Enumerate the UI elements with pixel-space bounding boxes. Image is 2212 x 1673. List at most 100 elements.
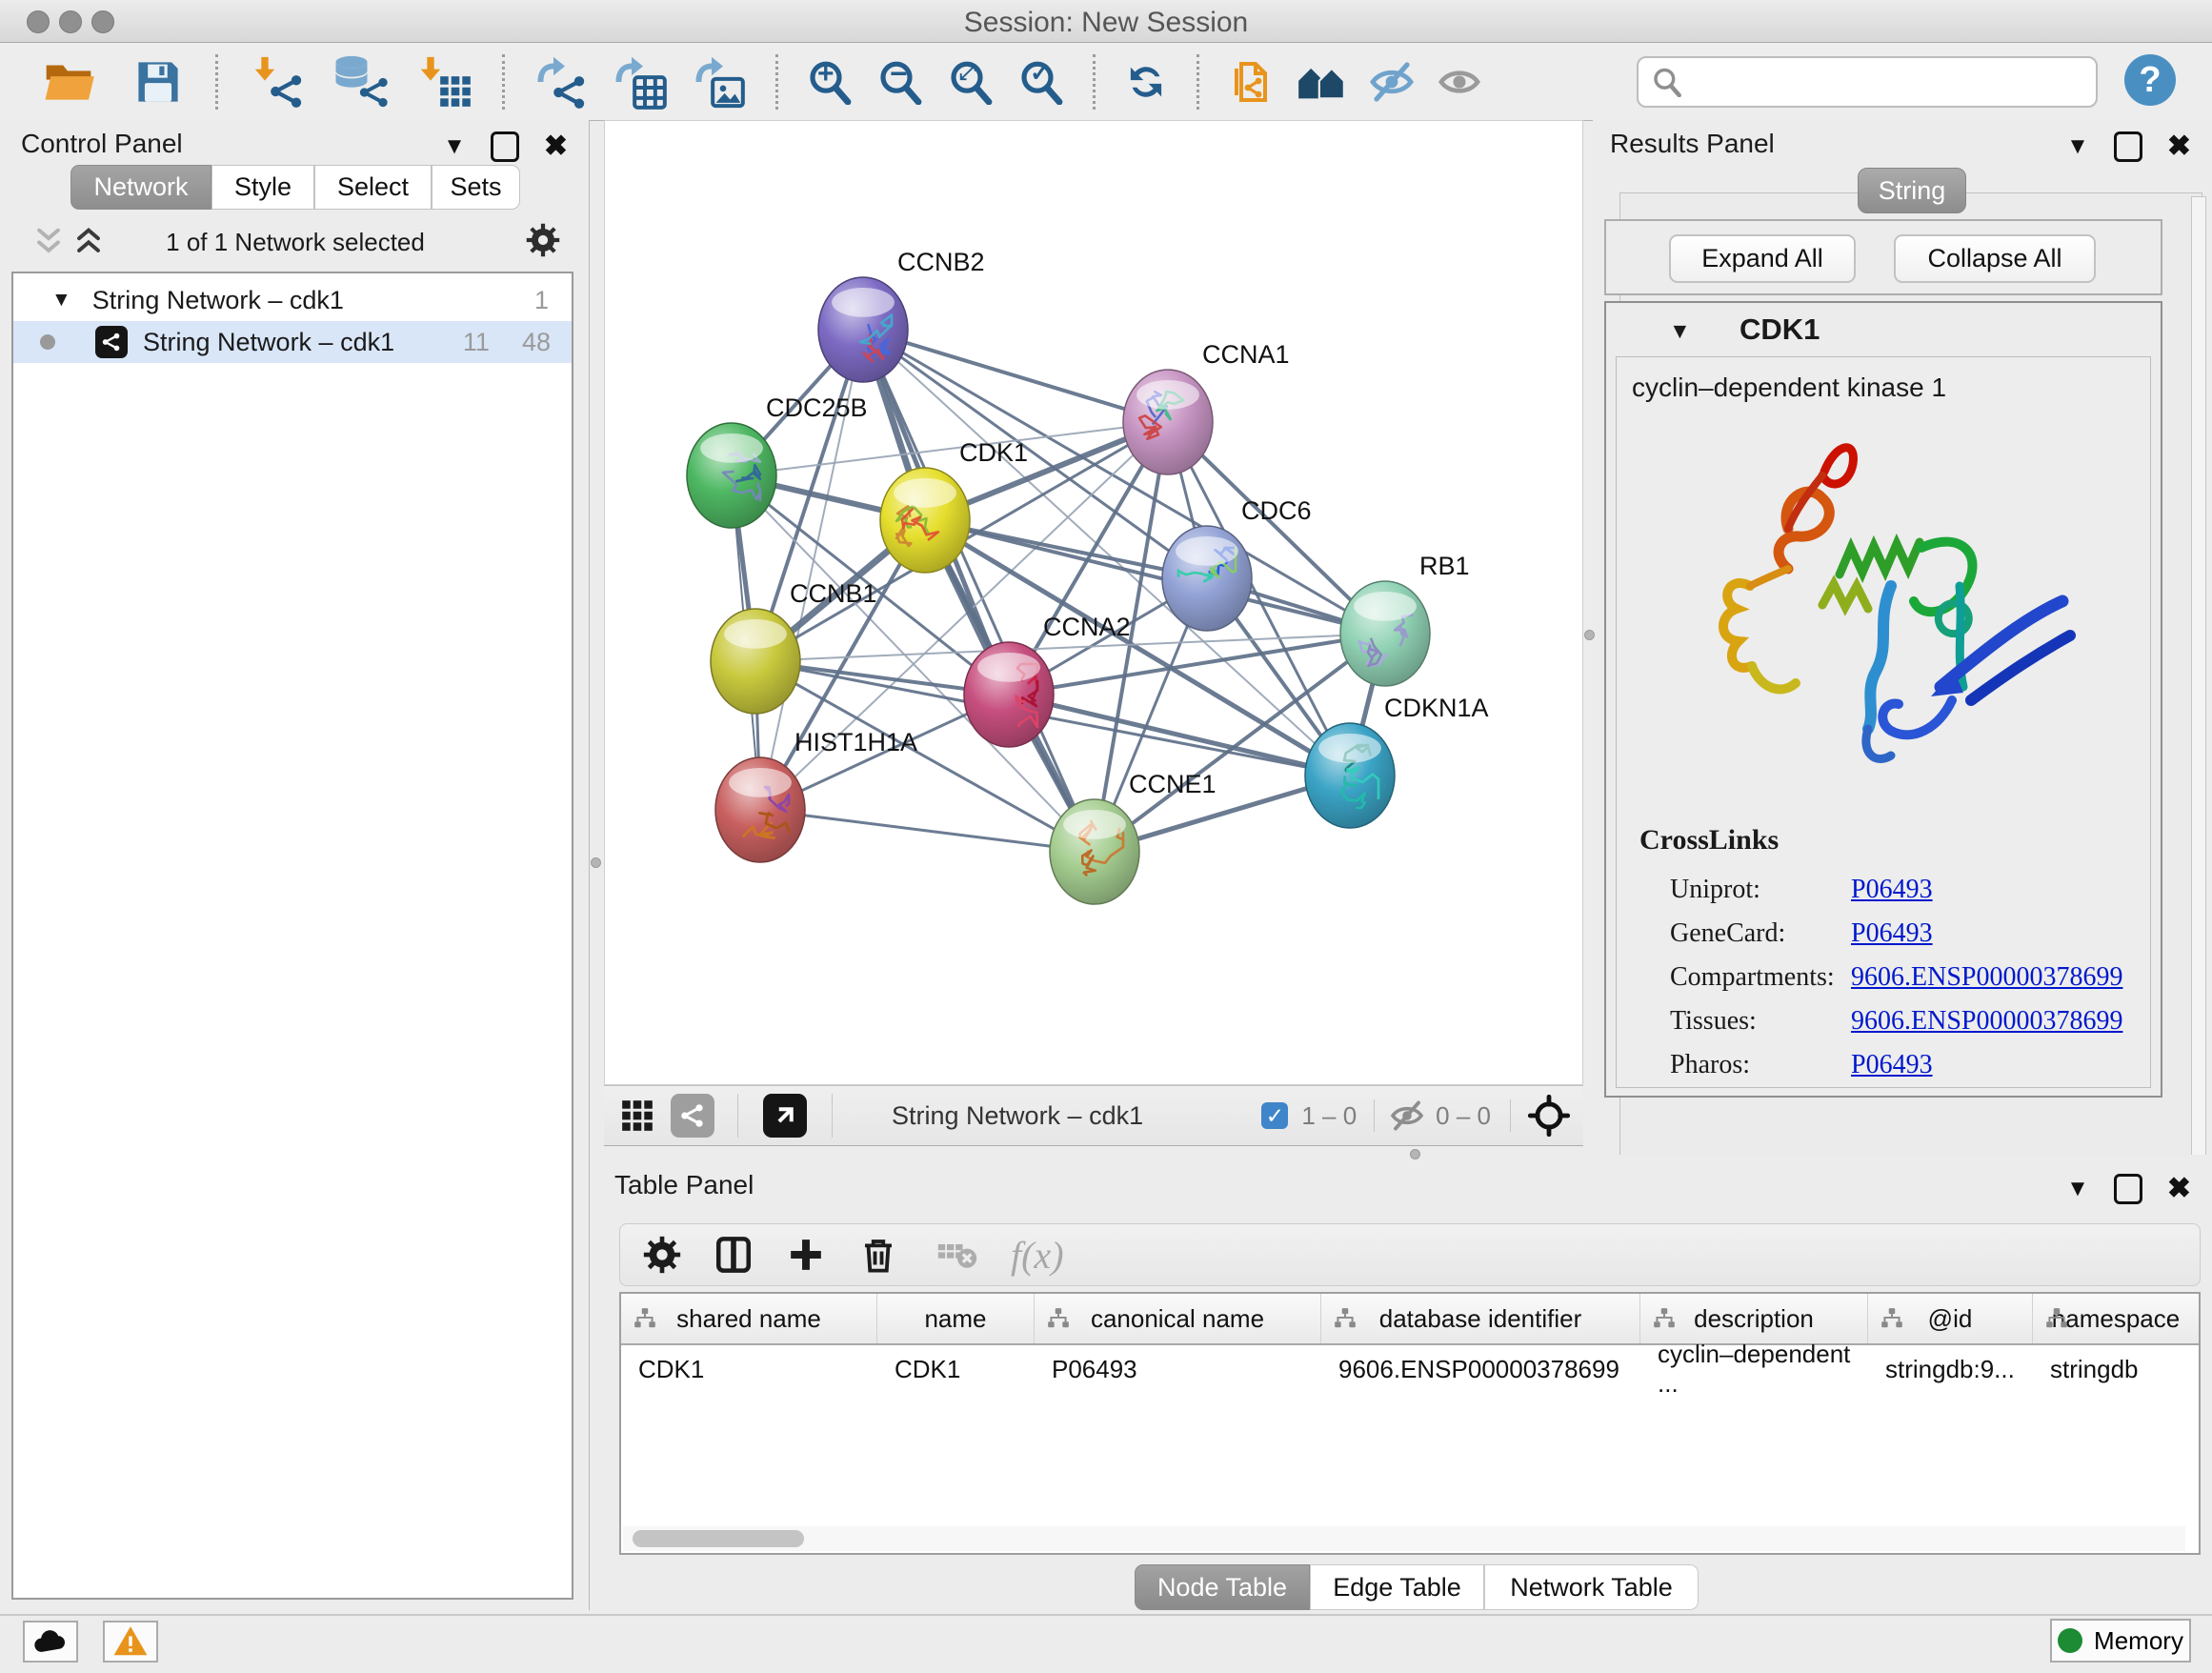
network-canvas[interactable]: CCNB2CCNA1CDC25BCDK1CDC6RB1CCNB1CCNA2CDK… (605, 121, 1582, 1078)
network-view[interactable]: CCNB2CCNA1CDC25BCDK1CDC6RB1CCNB1CCNA2CDK… (604, 120, 1583, 1085)
network-options-gear-icon[interactable] (526, 223, 560, 257)
table-horizontal-scrollbar[interactable] (623, 1526, 2185, 1551)
table-row[interactable]: CDK1 CDK1 P06493 9606.ENSP00000378699 cy… (621, 1345, 2199, 1393)
toolbar-separator (1093, 54, 1096, 110)
network-view-toolbar: String Network – cdk1 ✓ 1 – 0 0 – 0 (604, 1085, 1583, 1146)
table-options-gear-icon[interactable] (643, 1236, 681, 1274)
crosslink-value-link[interactable]: 9606.ENSP00000378699 (1851, 962, 2122, 992)
node-label: CDK1 (959, 438, 1028, 467)
crosshair-icon[interactable] (1528, 1095, 1570, 1137)
search-box (1637, 56, 2098, 108)
gene-expander-icon[interactable]: ▼ (1669, 318, 1691, 344)
first-neighbors-button[interactable] (1297, 54, 1346, 110)
export-image-button[interactable] (692, 54, 747, 110)
warnings-button[interactable] (103, 1621, 158, 1663)
main-toolbar: + − ⤢ ✓ ? (0, 43, 2212, 121)
crosslink-row: Uniprot:P06493 (1670, 868, 2122, 912)
column-header[interactable]: shared name (621, 1294, 877, 1343)
collapse-all-icon[interactable] (32, 225, 65, 257)
cell-database-identifier: 9606.ENSP00000378699 (1321, 1345, 1640, 1393)
table-panel-float-icon[interactable]: ▼ (2066, 1176, 2089, 1202)
results-panel-close-icon[interactable]: ✖ (2167, 130, 2191, 163)
import-table-file-button[interactable] (414, 54, 473, 110)
delete-column-icon[interactable] (858, 1235, 898, 1275)
crosslink-value-link[interactable]: P06493 (1851, 918, 1933, 948)
birdseye-grid-icon[interactable] (619, 1098, 655, 1134)
crosslink-value-link[interactable]: P06493 (1851, 1050, 1933, 1079)
zoom-out-button[interactable]: − (877, 54, 923, 110)
column-header[interactable]: name (877, 1294, 1035, 1343)
expand-all-icon[interactable] (72, 225, 105, 257)
tab-style[interactable]: Style (211, 165, 314, 210)
open-in-new-window-icon[interactable] (763, 1094, 807, 1138)
zoom-fit-button[interactable]: ⤢ (948, 54, 994, 110)
selected-checkbox[interactable]: ✓ (1261, 1102, 1288, 1129)
crosslink-value-link[interactable]: P06493 (1851, 875, 1933, 904)
results-panel-title: Results Panel (1610, 129, 1775, 159)
bottom-splitter-grip[interactable] (1410, 1149, 1420, 1159)
network-list: ▼ String Network – cdk1 1 String Network… (11, 272, 573, 1600)
collapse-all-button[interactable]: Collapse All (1894, 234, 2096, 283)
export-table-button[interactable] (612, 54, 669, 110)
help-button[interactable]: ? (2124, 54, 2176, 106)
tab-select[interactable]: Select (314, 165, 432, 210)
left-splitter-grip[interactable] (591, 857, 601, 868)
create-column-icon[interactable] (788, 1237, 824, 1273)
results-panel-float-icon[interactable]: ▼ (2066, 133, 2089, 160)
import-network-database-button[interactable] (331, 54, 392, 110)
tab-select-label: Select (337, 172, 409, 202)
hidden-eye-icon[interactable] (1390, 1099, 1424, 1133)
cloud-button[interactable] (23, 1621, 78, 1663)
tab-string[interactable]: String (1858, 168, 1966, 213)
memory-button[interactable]: Memory (2050, 1619, 2191, 1663)
save-session-button[interactable] (133, 54, 183, 110)
scrollbar-thumb[interactable] (633, 1530, 804, 1547)
network-share-icon[interactable] (671, 1094, 714, 1138)
tab-edge-table[interactable]: Edge Table (1310, 1564, 1484, 1610)
column-header[interactable]: @id (1868, 1294, 2033, 1343)
results-scrollbar[interactable] (2191, 196, 2206, 1195)
graphics-details-button[interactable] (1438, 54, 1481, 110)
control-panel-undock-icon[interactable] (491, 131, 519, 162)
column-header[interactable]: canonical name (1035, 1294, 1321, 1343)
refresh-view-button[interactable] (1124, 54, 1168, 110)
control-panel-float-icon[interactable]: ▼ (443, 133, 466, 160)
zoom-in-button[interactable]: + (807, 54, 853, 110)
search-input[interactable] (1692, 67, 2096, 98)
control-panel-close-icon[interactable]: ✖ (544, 130, 568, 163)
crosslink-row: GeneCard:P06493 (1670, 912, 2122, 956)
network-collection-row[interactable]: ▼ String Network – cdk1 1 (13, 279, 572, 321)
table-header-row: shared name name canonical name database… (621, 1294, 2199, 1345)
tab-sets[interactable]: Sets (432, 165, 520, 210)
column-header[interactable]: namespace (2033, 1294, 2199, 1343)
tab-node-table-label: Node Table (1157, 1573, 1287, 1602)
toolbar-separator (1196, 54, 1199, 110)
network-selection-status: 1 of 1 Network selected (114, 228, 476, 257)
gene-description: cyclin–dependent kinase 1 (1632, 373, 1946, 403)
node-label: CCNA2 (1043, 613, 1131, 641)
results-panel-undock-icon[interactable] (2114, 131, 2142, 162)
crosslink-row: Compartments:9606.ENSP00000378699 (1670, 956, 2122, 999)
column-header[interactable]: description (1640, 1294, 1868, 1343)
node-label: RB1 (1419, 552, 1470, 580)
crosslink-value-link[interactable]: 9606.ENSP00000378699 (1851, 1006, 2122, 1036)
right-splitter-grip[interactable] (1584, 630, 1595, 640)
collection-expander-icon[interactable]: ▼ (51, 289, 71, 312)
show-hide-graphics-button[interactable] (1369, 54, 1415, 110)
tab-network[interactable]: Network (70, 165, 211, 210)
export-network-button[interactable] (533, 54, 589, 110)
import-network-file-button[interactable] (249, 54, 306, 110)
table-panel-undock-icon[interactable] (2114, 1174, 2142, 1204)
open-session-button[interactable] (42, 54, 95, 110)
column-header[interactable]: database identifier (1321, 1294, 1640, 1343)
column-header-label: database identifier (1379, 1304, 1581, 1334)
cell-name: CDK1 (877, 1345, 1035, 1393)
tab-node-table[interactable]: Node Table (1135, 1564, 1310, 1610)
tab-network-table[interactable]: Network Table (1484, 1564, 1699, 1610)
clone-network-button[interactable] (1228, 54, 1274, 110)
network-row[interactable]: String Network – cdk1 11 48 (13, 321, 572, 363)
table-panel-close-icon[interactable]: ✖ (2167, 1172, 2191, 1205)
zoom-selected-button[interactable]: ✓ (1018, 54, 1064, 110)
show-columns-icon[interactable] (714, 1235, 754, 1275)
expand-all-button[interactable]: Expand All (1669, 234, 1856, 283)
